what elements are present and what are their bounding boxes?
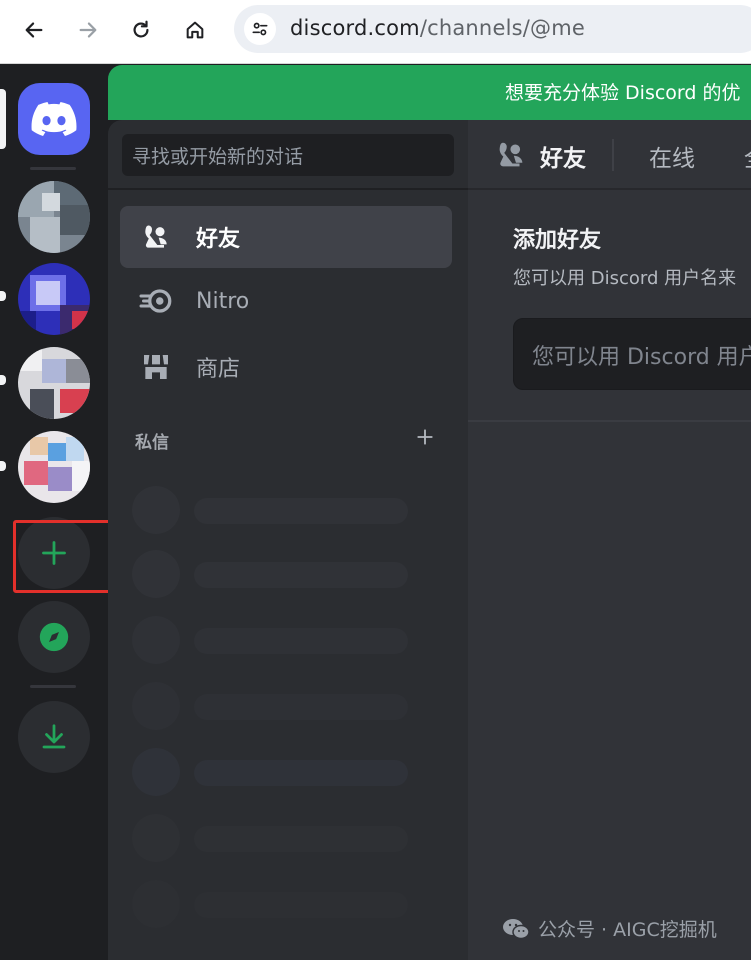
server-rail [0, 65, 108, 960]
rail-separator [30, 685, 76, 688]
page-title: 好友 [540, 146, 586, 172]
plus-icon [417, 429, 433, 445]
home-button[interactable] [175, 10, 215, 50]
reload-icon [133, 20, 149, 38]
explore-icon [39, 622, 69, 652]
browser-toolbar: discord.com/channels/@me [0, 0, 751, 64]
dm-placeholder-row [132, 682, 452, 734]
nav-shop[interactable]: 商店 [120, 336, 452, 398]
dm-placeholder-row [132, 550, 452, 602]
home-icon [186, 21, 204, 39]
url-domain: discord.com [290, 16, 420, 40]
back-button[interactable] [14, 10, 54, 50]
forward-arrow-icon [79, 22, 97, 38]
add-friend-username-input[interactable]: 您可以用 Discord 用户名 [513, 318, 751, 390]
discord-logo-icon [31, 102, 77, 136]
download-apps-button[interactable] [18, 701, 90, 773]
dm-sidebar-header: 寻找或开始新的对话 [108, 120, 468, 190]
direct-messages-heading: 私信 [135, 433, 169, 453]
nav-friends[interactable]: 好友 [120, 206, 452, 268]
server-icon[interactable] [18, 181, 90, 253]
friends-header-icon [499, 142, 523, 167]
dm-placeholder-row [132, 748, 452, 800]
find-conversation-search[interactable]: 寻找或开始新的对话 [122, 134, 454, 176]
add-friend-title: 添加好友 [513, 228, 602, 253]
create-dm-button[interactable] [414, 426, 436, 448]
dm-placeholder-row [132, 486, 452, 538]
unread-indicator [0, 375, 6, 385]
section-divider [468, 420, 751, 422]
header-divider [612, 139, 614, 171]
dm-placeholder-row [132, 814, 452, 866]
friends-header: 好友 在线 全 [468, 120, 751, 190]
selected-indicator [0, 89, 6, 149]
dm-sidebar: 寻找或开始新的对话 好友 Nitro 商店 私信 [108, 120, 468, 960]
site-info-icon[interactable] [244, 13, 276, 45]
unread-indicator [0, 461, 6, 471]
watermark: 公众号 · AIGC挖掘机 [502, 915, 717, 942]
tab-all[interactable]: 全 [744, 139, 751, 173]
back-arrow-icon [25, 22, 43, 38]
add-friend-description: 您可以用 Discord 用户名来 [513, 268, 737, 289]
nitro-icon [134, 286, 178, 316]
tab-online[interactable]: 在线 [649, 139, 695, 173]
unread-indicator [0, 291, 6, 301]
url-text[interactable]: discord.com/channels/@me [290, 16, 585, 40]
server-icon[interactable] [18, 263, 90, 335]
dm-placeholder-row [132, 880, 452, 932]
promo-banner: 想要充分体验 Discord 的优 [108, 65, 751, 120]
friends-main: 好友 在线 全 添加好友 您可以用 Discord 用户名来 您可以用 Disc… [468, 120, 751, 960]
server-icon[interactable] [18, 347, 90, 419]
friends-icon [134, 221, 178, 253]
promo-banner-text: 想要充分体验 Discord 的优 [505, 82, 741, 104]
nav-friends-label: 好友 [196, 227, 241, 252]
shop-icon [134, 351, 178, 383]
forward-button[interactable] [68, 10, 108, 50]
download-icon [42, 724, 66, 749]
explore-button[interactable] [18, 601, 90, 673]
rail-separator [30, 167, 76, 170]
url-path: /channels/@me [419, 16, 585, 40]
discord-home-button[interactable] [18, 83, 90, 155]
server-icon[interactable] [18, 431, 90, 503]
dm-placeholder-row [132, 616, 452, 668]
address-bar[interactable]: discord.com/channels/@me [234, 5, 751, 53]
nav-nitro-label: Nitro [196, 288, 250, 314]
nav-shop-label: 商店 [196, 357, 241, 382]
watermark-text: 公众号 · AIGC挖掘机 [538, 919, 717, 941]
reload-button[interactable] [121, 10, 161, 50]
nav-nitro[interactable]: Nitro [120, 270, 452, 332]
wechat-icon [503, 918, 530, 939]
